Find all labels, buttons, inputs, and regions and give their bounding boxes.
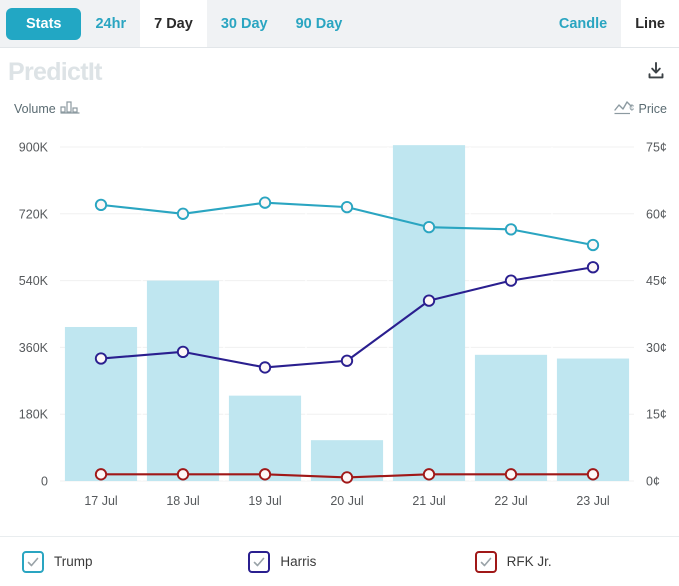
tab-range-90day[interactable]: 90 Day: [282, 0, 357, 47]
data-point[interactable]: [342, 472, 352, 482]
price-label-text: Price: [639, 102, 667, 116]
data-point[interactable]: [260, 197, 270, 207]
legend-label-harris: Harris: [280, 554, 316, 569]
right-axis-tick: 75¢: [646, 141, 667, 155]
tab-range-7day[interactable]: 7 Day: [140, 0, 207, 47]
left-axis-tick: 0: [41, 475, 48, 489]
tab-stats[interactable]: Stats: [6, 8, 81, 40]
legend-item-rfk[interactable]: RFK Jr.: [453, 551, 679, 573]
data-point[interactable]: [96, 353, 106, 363]
legend-label-rfk: RFK Jr.: [507, 554, 552, 569]
left-axis-tick: 540K: [19, 274, 49, 288]
data-point[interactable]: [96, 469, 106, 479]
right-axis-tick: 60¢: [646, 207, 667, 221]
volume-bar-group: [65, 145, 629, 481]
tab-range-30day[interactable]: 30 Day: [207, 0, 282, 47]
right-axis-tick: 0¢: [646, 475, 660, 489]
data-point[interactable]: [424, 222, 434, 232]
volume-bar[interactable]: [475, 355, 547, 481]
legend-checkbox-trump[interactable]: [22, 551, 44, 573]
data-point[interactable]: [260, 469, 270, 479]
volume-bar[interactable]: [147, 281, 219, 481]
tab-mode-candle[interactable]: Candle: [545, 0, 621, 47]
data-point[interactable]: [178, 469, 188, 479]
legend-checkbox-harris[interactable]: [248, 551, 270, 573]
legend-item-trump[interactable]: Trump: [0, 551, 226, 573]
data-point[interactable]: [96, 200, 106, 210]
volume-bar[interactable]: [557, 359, 629, 481]
price-axis-label: ¢ Price: [614, 100, 667, 118]
chart-tabbar: Stats 24hr 7 Day 30 Day 90 Day Candle Li…: [0, 0, 679, 48]
data-point[interactable]: [424, 295, 434, 305]
legend-label-trump: Trump: [54, 554, 93, 569]
left-axis-tick: 900K: [19, 141, 49, 155]
data-point[interactable]: [588, 262, 598, 272]
predictit-chart-widget: Stats 24hr 7 Day 30 Day 90 Day Candle Li…: [0, 0, 679, 586]
tab-mode-line[interactable]: Line: [621, 0, 679, 47]
left-axis-tick: 720K: [19, 207, 49, 221]
data-point[interactable]: [342, 356, 352, 366]
volume-bar[interactable]: [65, 327, 137, 481]
chart-gridlines: [60, 147, 634, 481]
data-point[interactable]: [588, 469, 598, 479]
data-point[interactable]: [506, 224, 516, 234]
right-axis-tick: 45¢: [646, 274, 667, 288]
volume-bar[interactable]: [393, 145, 465, 481]
data-point[interactable]: [424, 469, 434, 479]
chart-area[interactable]: 0180K360K540K720K900K 0¢15¢30¢45¢60¢75¢ …: [0, 128, 679, 528]
right-axis-labels: 0¢ 15¢ 30¢ 45¢ 60¢ 75¢: [646, 141, 667, 489]
x-axis-tick: 21 Jul: [412, 494, 445, 508]
data-point[interactable]: [506, 469, 516, 479]
right-axis-tick: 15¢: [646, 408, 667, 422]
data-point[interactable]: [178, 209, 188, 219]
left-axis-tick: 180K: [19, 408, 49, 422]
chart-legend: Trump Harris RFK Jr.: [0, 536, 679, 586]
line-chart-icon: ¢: [614, 100, 636, 118]
x-axis-tick: 23 Jul: [576, 494, 609, 508]
x-axis-tick: 19 Jul: [248, 494, 281, 508]
data-point[interactable]: [588, 240, 598, 250]
x-axis-tick: 18 Jul: [166, 494, 199, 508]
data-point[interactable]: [506, 275, 516, 285]
data-point[interactable]: [260, 362, 270, 372]
bar-chart-icon: [60, 100, 80, 117]
svg-text:¢: ¢: [629, 103, 635, 114]
legend-checkbox-rfk[interactable]: [475, 551, 497, 573]
data-point[interactable]: [178, 347, 188, 357]
data-point[interactable]: [342, 202, 352, 212]
chart-svg: 0180K360K540K720K900K 0¢15¢30¢45¢60¢75¢ …: [0, 128, 679, 528]
predictit-logo: PredictIt: [8, 58, 102, 87]
volume-axis-label: Volume: [14, 100, 80, 117]
x-axis-tick: 20 Jul: [330, 494, 363, 508]
right-axis-tick: 30¢: [646, 341, 667, 355]
x-axis-tick: 17 Jul: [84, 494, 117, 508]
x-axis-tick: 22 Jul: [494, 494, 527, 508]
legend-item-harris[interactable]: Harris: [226, 551, 452, 573]
x-axis-labels: 17 Jul 18 Jul 19 Jul 20 Jul 21 Jul 22 Jul 23 J…: [84, 494, 609, 508]
left-axis-labels: 0 180K 360K 540K 720K 900K: [19, 141, 49, 489]
tab-range-24hr[interactable]: 24hr: [81, 0, 140, 47]
logo-text: PredictIt: [8, 58, 102, 86]
volume-label-text: Volume: [14, 102, 56, 116]
tabbar-spacer: [356, 0, 545, 47]
left-axis-tick: 360K: [19, 341, 49, 355]
download-icon[interactable]: [643, 58, 669, 84]
